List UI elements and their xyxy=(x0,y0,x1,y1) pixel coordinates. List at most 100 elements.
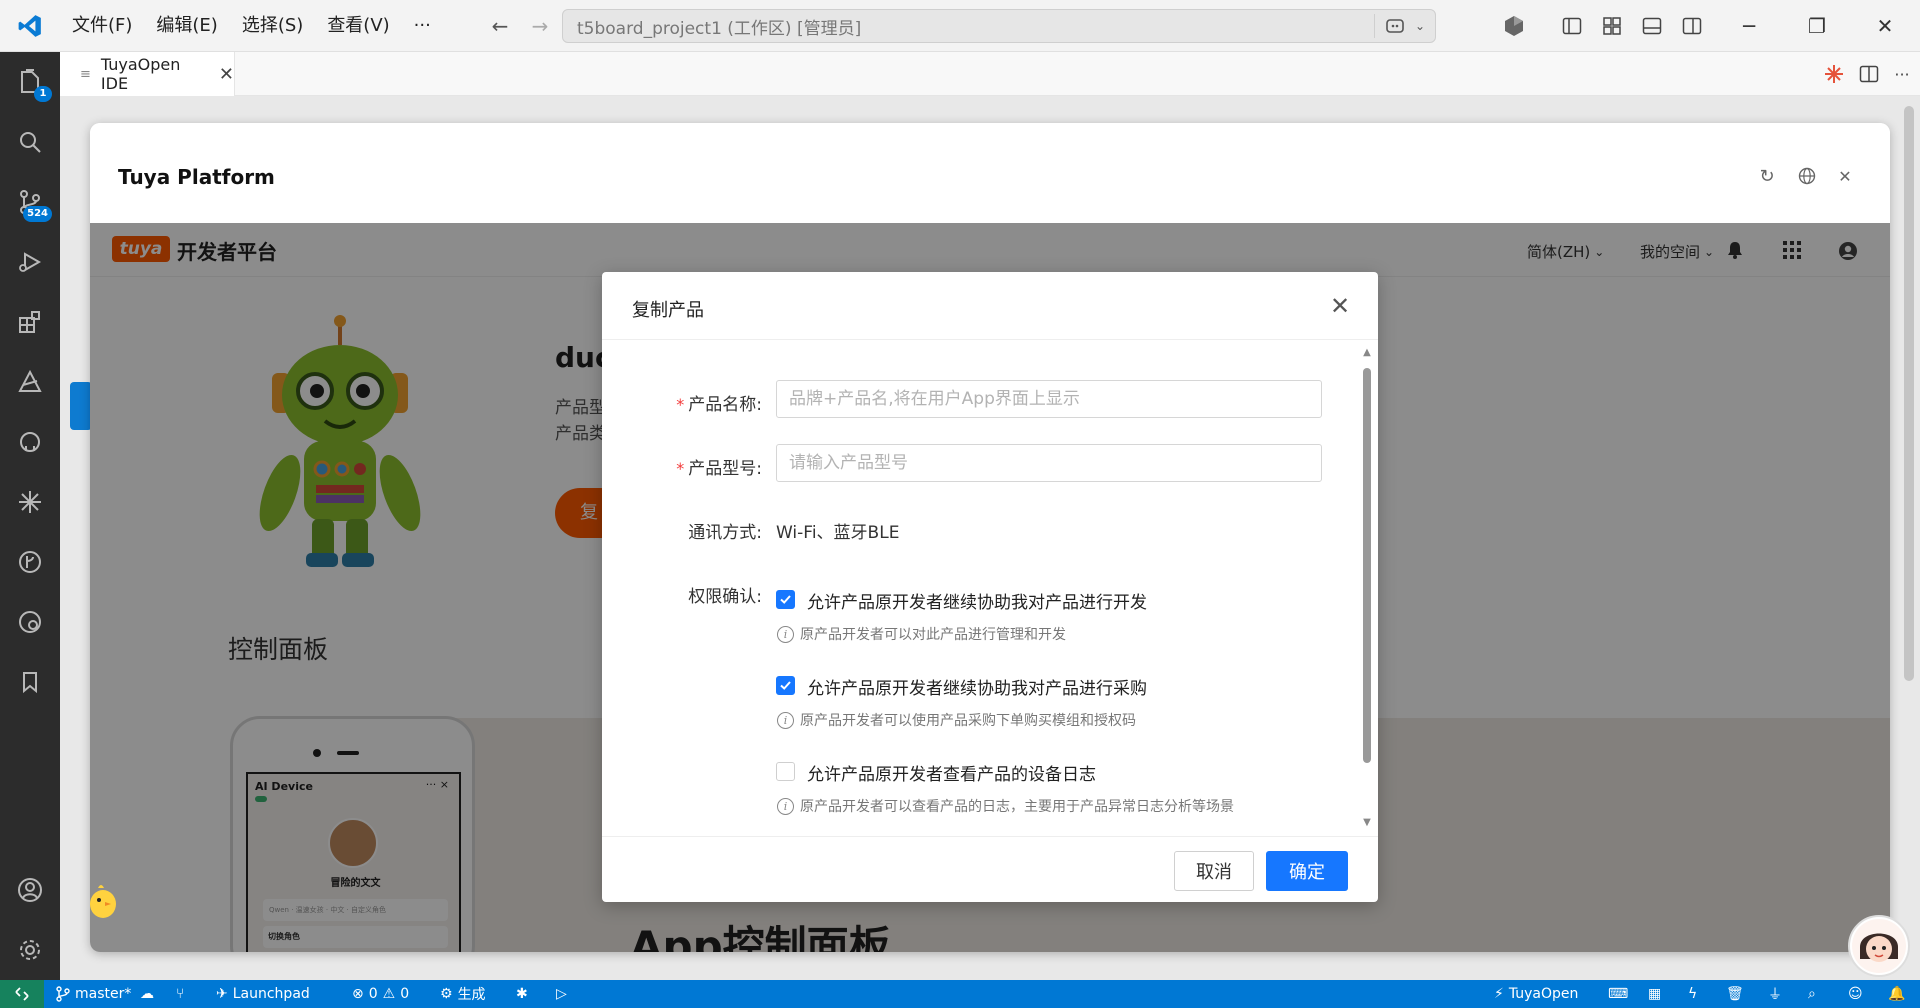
run-debug-icon[interactable] xyxy=(0,232,60,292)
product-name-label: * 产品名称: xyxy=(676,395,762,415)
workspace-title: t5board_project1 (工作区) [管理员] xyxy=(577,18,862,39)
activity-bar: 1 524 xyxy=(0,52,60,980)
refresh-icon[interactable]: ↻ xyxy=(1756,165,1778,187)
git-graph-status-icon[interactable]: ⑂ xyxy=(176,980,184,1008)
permission-checkbox-purchase[interactable] xyxy=(776,676,795,695)
back-arrow-icon[interactable]: ← xyxy=(480,14,520,38)
menu-edit[interactable]: 编辑(E) xyxy=(144,0,229,52)
split-editor-icon[interactable] xyxy=(1857,62,1881,86)
check-icon xyxy=(780,595,791,604)
restore-button[interactable]: ❐ xyxy=(1782,0,1852,52)
tab-tuyaopen-ide[interactable]: ≡ TuyaOpen IDE ✕ xyxy=(60,52,235,96)
tuya-ai-icon[interactable] xyxy=(0,352,60,412)
debug-bug-icon[interactable]: ✱ xyxy=(516,980,528,1008)
required-asterisk: * xyxy=(676,459,685,478)
copilot-button[interactable]: ⌄ xyxy=(1373,14,1425,38)
terminal-icon[interactable]: ⌨ xyxy=(1608,980,1628,1008)
explorer-icon[interactable]: 1 xyxy=(0,52,60,112)
dialog-header: 复制产品 ✕ xyxy=(602,272,1378,340)
check-icon xyxy=(780,681,791,690)
tuya-hex-icon[interactable] xyxy=(1502,14,1526,38)
sidebar-active-indicator xyxy=(70,382,92,430)
cancel-button[interactable]: 取消 xyxy=(1174,851,1254,891)
source-control-icon[interactable]: 524 xyxy=(0,172,60,232)
more-actions-icon[interactable]: ··· xyxy=(1890,62,1914,86)
flash-icon[interactable]: ϟ xyxy=(1688,980,1697,1008)
globe-icon[interactable] xyxy=(1796,165,1818,187)
remote-icon[interactable] xyxy=(0,592,60,652)
info-icon: i xyxy=(777,625,794,643)
scroll-up-arrow-icon[interactable]: ▲ xyxy=(1362,348,1372,358)
bookmark-icon[interactable] xyxy=(0,652,60,712)
close-icon[interactable]: ✕ xyxy=(219,64,234,85)
dialog-close-icon[interactable]: ✕ xyxy=(1328,294,1352,318)
extensions-icon[interactable] xyxy=(0,292,60,352)
device-icon[interactable]: ▦ xyxy=(1648,980,1661,1008)
dialog-body: *产品名称: *产品型号: 通讯方式: Wi-Fi、蓝牙BLE 权限确认: 允许… xyxy=(602,340,1378,824)
editor-scrollbar[interactable] xyxy=(1904,106,1914,681)
menu-file[interactable]: 文件(F) xyxy=(60,0,144,52)
build-status[interactable]: ⚙ 生成 xyxy=(440,980,486,1008)
plug-icon[interactable]: ⏚ xyxy=(1768,980,1782,1008)
panel-title: Tuya Platform xyxy=(118,165,275,189)
toggle-panel-icon[interactable] xyxy=(1640,14,1664,38)
toggle-secondary-sidebar-icon[interactable] xyxy=(1680,14,1704,38)
permission-checkbox-logs[interactable] xyxy=(776,762,795,781)
branch-icon xyxy=(56,986,70,1002)
chevron-down-icon: ⌄ xyxy=(1414,19,1425,33)
github-icon[interactable] xyxy=(0,412,60,472)
spark-icon[interactable] xyxy=(0,472,60,532)
copilot-status-icon[interactable]: ☺ xyxy=(1848,980,1863,1008)
sync-cloud-icon[interactable]: ☁ xyxy=(140,980,154,1008)
scroll-down-arrow-icon[interactable]: ▼ xyxy=(1362,818,1372,828)
git-graph-icon[interactable] xyxy=(0,532,60,592)
close-panel-icon[interactable]: ✕ xyxy=(1834,165,1856,187)
required-asterisk: * xyxy=(676,395,685,414)
run-play-icon[interactable]: ▷ xyxy=(556,980,567,1008)
git-branch-status[interactable]: master* xyxy=(56,980,131,1008)
menu-selection[interactable]: 选择(S) xyxy=(230,0,315,52)
permission-label-develop[interactable]: 允许产品原开发者继续协助我对产品进行开发 xyxy=(807,588,1147,613)
notification-bell-icon[interactable]: 🔔 xyxy=(1888,980,1905,1008)
scm-badge: 524 xyxy=(23,206,52,222)
zoom-icon[interactable]: ⌕ xyxy=(1808,980,1816,1008)
dialog-footer: 取消 确定 xyxy=(602,836,1378,902)
remote-indicator-icon[interactable] xyxy=(0,980,44,1008)
forward-arrow-icon[interactable]: → xyxy=(520,14,560,38)
gear-icon: ⚙ xyxy=(440,986,453,1002)
editor-tab-bar: ≡ TuyaOpen IDE ✕ ··· xyxy=(60,52,1920,96)
trash-icon[interactable]: 🗑 xyxy=(1726,980,1744,1008)
permission-label-purchase[interactable]: 允许产品原开发者继续协助我对产品进行采购 xyxy=(807,674,1147,699)
permission-checkbox-develop[interactable] xyxy=(776,590,795,609)
menu-more[interactable]: ··· xyxy=(402,0,443,52)
chick-mascot-icon[interactable] xyxy=(86,880,120,920)
assistant-avatar[interactable] xyxy=(1848,915,1910,977)
settings-gear-icon[interactable] xyxy=(0,920,60,980)
panel-header: Tuya Platform ↻ ✕ xyxy=(90,123,1890,223)
permission-hint-purchase: i 原产品开发者可以使用产品采购下单购买模组和授权码 xyxy=(777,710,1136,730)
launchpad-status[interactable]: ✈ Launchpad xyxy=(216,980,310,1008)
claude-spark-icon[interactable] xyxy=(1822,62,1846,86)
search-icon[interactable] xyxy=(0,112,60,172)
menu-view[interactable]: 查看(V) xyxy=(315,0,401,52)
account-icon[interactable] xyxy=(0,860,60,920)
copy-product-dialog: 复制产品 ✕ *产品名称: *产品型号: 通讯方式: Wi-Fi、蓝牙BLE 权… xyxy=(602,272,1378,902)
tuyaopen-status[interactable]: ⚡ TuyaOpen xyxy=(1494,980,1578,1008)
copilot-icon xyxy=(1386,19,1404,33)
product-model-input[interactable] xyxy=(776,444,1322,482)
toggle-primary-sidebar-icon[interactable] xyxy=(1560,14,1584,38)
permission-hint-logs: i 原产品开发者可以查看产品的日志，主要用于产品异常日志分析等场景 xyxy=(777,796,1234,816)
problems-status[interactable]: ⊗ 0 ⚠ 0 xyxy=(352,980,409,1008)
permission-hint-develop: i 原产品开发者可以对此产品进行管理和开发 xyxy=(777,624,1066,644)
product-model-label: * 产品型号: xyxy=(676,459,762,479)
close-window-button[interactable]: ✕ xyxy=(1850,0,1920,52)
permission-label-logs[interactable]: 允许产品原开发者查看产品的设备日志 xyxy=(807,760,1096,785)
comm-method-label: 通讯方式: xyxy=(688,523,762,543)
explorer-badge: 1 xyxy=(34,86,52,102)
product-name-input[interactable] xyxy=(776,380,1322,418)
confirm-button[interactable]: 确定 xyxy=(1266,851,1348,891)
minimize-button[interactable]: ─ xyxy=(1714,0,1784,52)
customize-layout-icon[interactable] xyxy=(1600,14,1624,38)
command-center-search[interactable]: t5board_project1 (工作区) [管理员] ⌄ xyxy=(562,9,1436,43)
dialog-scrollbar-thumb[interactable] xyxy=(1363,368,1371,763)
